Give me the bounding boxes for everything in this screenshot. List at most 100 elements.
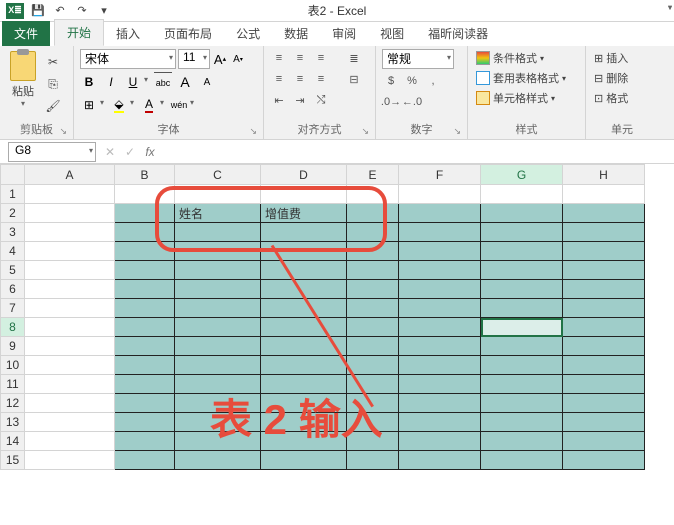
cell-F13[interactable] bbox=[399, 413, 481, 432]
tab-page-layout[interactable]: 页面布局 bbox=[152, 21, 224, 46]
cell-B2[interactable] bbox=[115, 204, 175, 223]
cell-A10[interactable] bbox=[25, 356, 115, 375]
row-header-3[interactable]: 3 bbox=[1, 223, 25, 242]
cell-F10[interactable] bbox=[399, 356, 481, 375]
name-box[interactable]: G8 bbox=[8, 142, 96, 162]
font-launcher[interactable]: ↘ bbox=[249, 126, 257, 137]
percent-button[interactable]: % bbox=[403, 72, 421, 90]
cell-E7[interactable] bbox=[347, 299, 399, 318]
cell-B7[interactable] bbox=[115, 299, 175, 318]
delete-cells-button[interactable]: ⊟ 删除 bbox=[592, 69, 652, 87]
cell-G9[interactable] bbox=[481, 337, 563, 356]
copy-button[interactable]: ⎘ bbox=[44, 75, 62, 93]
redo-button[interactable]: ↷ bbox=[74, 3, 90, 19]
tab-file[interactable]: 文件 bbox=[2, 21, 50, 46]
row-header-13[interactable]: 13 bbox=[1, 413, 25, 432]
cell-A11[interactable] bbox=[25, 375, 115, 394]
align-middle-button[interactable]: ≡ bbox=[291, 49, 309, 67]
cell-G2[interactable] bbox=[481, 204, 563, 223]
comma-button[interactable]: , bbox=[424, 72, 442, 90]
cell-F14[interactable] bbox=[399, 432, 481, 451]
fx-button[interactable]: fx bbox=[140, 142, 160, 162]
cell-D14[interactable] bbox=[261, 432, 347, 451]
cell-E15[interactable] bbox=[347, 451, 399, 470]
cell-G14[interactable] bbox=[481, 432, 563, 451]
conditional-formatting-button[interactable]: 条件格式▾ bbox=[474, 49, 579, 67]
row-header-2[interactable]: 2 bbox=[1, 204, 25, 223]
tab-insert[interactable]: 插入 bbox=[104, 21, 152, 46]
cell-C11[interactable] bbox=[175, 375, 261, 394]
cell-B4[interactable] bbox=[115, 242, 175, 261]
cell-H5[interactable] bbox=[563, 261, 645, 280]
cell-G10[interactable] bbox=[481, 356, 563, 375]
cell-H7[interactable] bbox=[563, 299, 645, 318]
column-header-B[interactable]: B bbox=[115, 165, 175, 185]
cell-H15[interactable] bbox=[563, 451, 645, 470]
font-color-button[interactable]: A bbox=[140, 95, 158, 115]
cell-F3[interactable] bbox=[399, 223, 481, 242]
align-left-button[interactable]: ≡ bbox=[270, 70, 288, 88]
cell-F12[interactable] bbox=[399, 394, 481, 413]
row-header-14[interactable]: 14 bbox=[1, 432, 25, 451]
align-bottom-button[interactable]: ≡ bbox=[312, 49, 330, 67]
cell-H13[interactable] bbox=[563, 413, 645, 432]
insert-cells-button[interactable]: ⊞ 插入 bbox=[592, 49, 652, 67]
cell-F5[interactable] bbox=[399, 261, 481, 280]
cell-A4[interactable] bbox=[25, 242, 115, 261]
bold-button[interactable]: B bbox=[80, 72, 98, 92]
cell-B10[interactable] bbox=[115, 356, 175, 375]
cell-F15[interactable] bbox=[399, 451, 481, 470]
cell-G15[interactable] bbox=[481, 451, 563, 470]
column-header-E[interactable]: E bbox=[347, 165, 399, 185]
cell-G11[interactable] bbox=[481, 375, 563, 394]
column-header-F[interactable]: F bbox=[399, 165, 481, 185]
paste-button[interactable]: 粘贴 ▾ bbox=[6, 49, 40, 119]
cell-A6[interactable] bbox=[25, 280, 115, 299]
cell-E6[interactable] bbox=[347, 280, 399, 299]
cell-D3[interactable] bbox=[261, 223, 347, 242]
fill-color-button[interactable]: ⬙ bbox=[110, 95, 128, 115]
cell-D11[interactable] bbox=[261, 375, 347, 394]
alignment-launcher[interactable]: ↘ bbox=[361, 126, 369, 137]
cell-A5[interactable] bbox=[25, 261, 115, 280]
tab-view[interactable]: 视图 bbox=[368, 21, 416, 46]
align-top-button[interactable]: ≡ bbox=[270, 49, 288, 67]
cell-H14[interactable] bbox=[563, 432, 645, 451]
cell-A3[interactable] bbox=[25, 223, 115, 242]
cell-E5[interactable] bbox=[347, 261, 399, 280]
orientation-button[interactable]: ⤭ bbox=[312, 91, 330, 109]
cell-H2[interactable] bbox=[563, 204, 645, 223]
cell-H10[interactable] bbox=[563, 356, 645, 375]
cell-D13[interactable] bbox=[261, 413, 347, 432]
cell-A15[interactable] bbox=[25, 451, 115, 470]
row-header-6[interactable]: 6 bbox=[1, 280, 25, 299]
cell-F9[interactable] bbox=[399, 337, 481, 356]
merge-center-button[interactable]: ⊟ bbox=[340, 70, 368, 88]
column-header-G[interactable]: G bbox=[481, 165, 563, 185]
ruby-button[interactable]: wén bbox=[170, 95, 188, 115]
cell-G6[interactable] bbox=[481, 280, 563, 299]
cell-C1[interactable] bbox=[175, 185, 261, 204]
cell-D10[interactable] bbox=[261, 356, 347, 375]
clipboard-launcher[interactable]: ↘ bbox=[59, 126, 67, 137]
cell-E4[interactable] bbox=[347, 242, 399, 261]
cell-C2[interactable]: 姓名 bbox=[175, 204, 261, 223]
row-header-7[interactable]: 7 bbox=[1, 299, 25, 318]
align-right-button[interactable]: ≡ bbox=[312, 70, 330, 88]
cell-F11[interactable] bbox=[399, 375, 481, 394]
cell-G7[interactable] bbox=[481, 299, 563, 318]
cell-D6[interactable] bbox=[261, 280, 347, 299]
cell-E11[interactable] bbox=[347, 375, 399, 394]
cell-B11[interactable] bbox=[115, 375, 175, 394]
cell-A13[interactable] bbox=[25, 413, 115, 432]
cell-A12[interactable] bbox=[25, 394, 115, 413]
cell-G8[interactable] bbox=[481, 318, 563, 337]
cell-F1[interactable] bbox=[399, 185, 481, 204]
cell-E12[interactable] bbox=[347, 394, 399, 413]
cell-D1[interactable] bbox=[261, 185, 347, 204]
cell-F6[interactable] bbox=[399, 280, 481, 299]
cell-E2[interactable] bbox=[347, 204, 399, 223]
increase-decimal-button[interactable]: .0→ bbox=[382, 93, 400, 111]
cell-H1[interactable] bbox=[563, 185, 645, 204]
cell-A7[interactable] bbox=[25, 299, 115, 318]
